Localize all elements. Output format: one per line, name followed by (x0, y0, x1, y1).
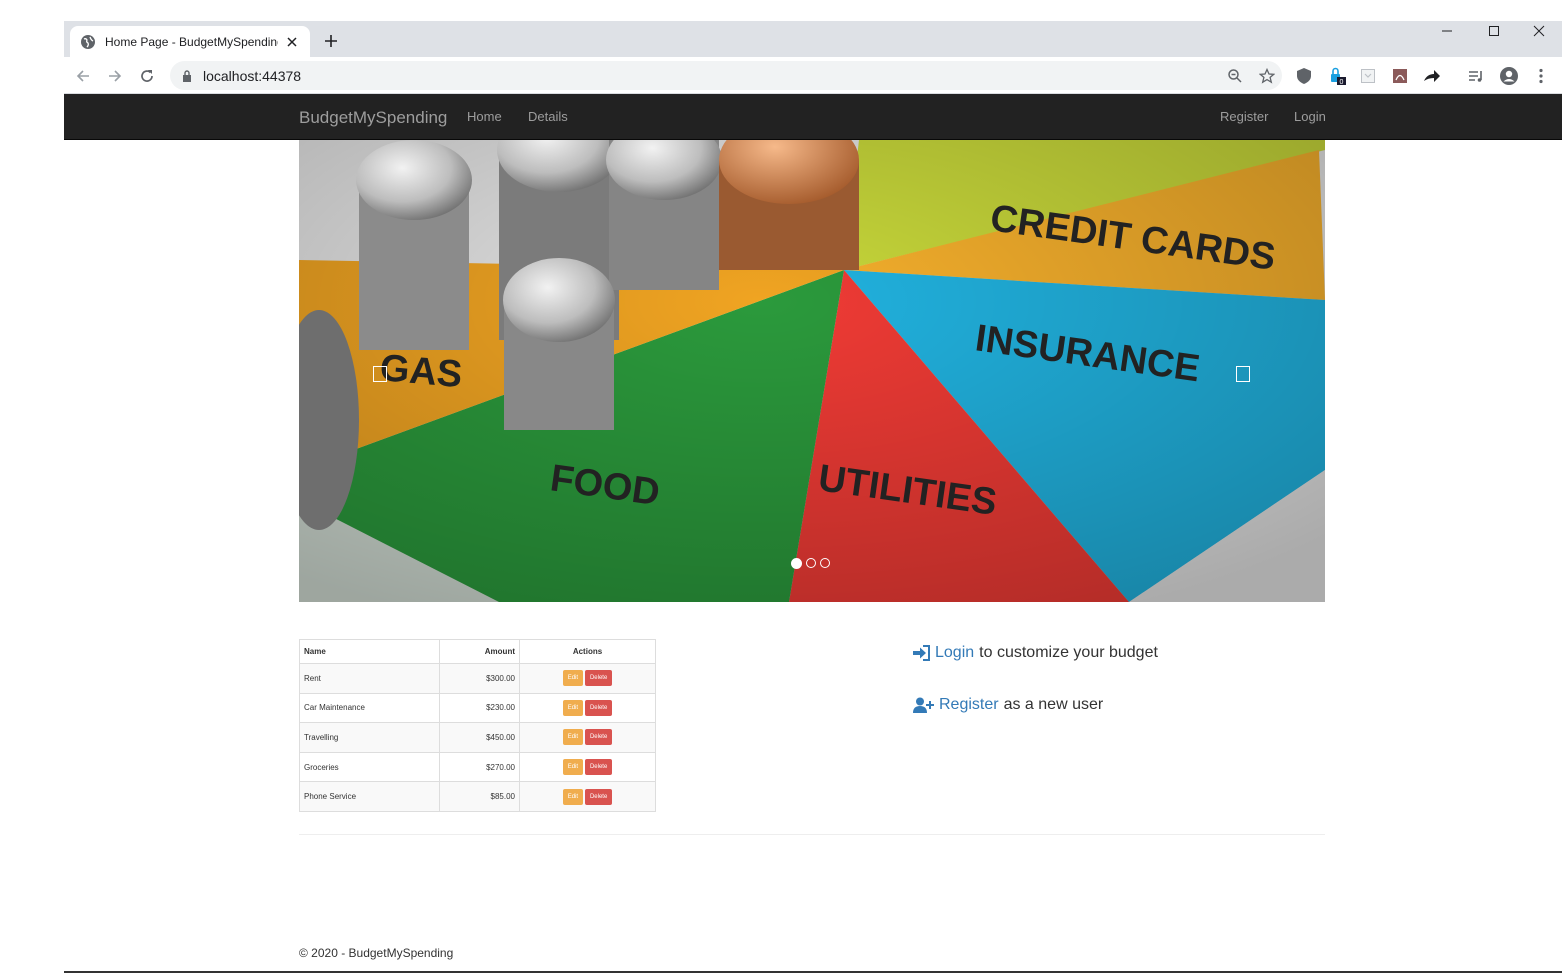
address-bar[interactable]: localhost:44378 (170, 61, 1282, 90)
row-name: Rent (299, 663, 440, 694)
edit-button[interactable]: Edit (562, 788, 583, 805)
header-amount: Amount (439, 639, 520, 664)
site-navbar: BudgetMySpending Home Details Register L… (64, 94, 1562, 140)
svg-text:0: 0 (1340, 79, 1344, 85)
footer-text: © 2020 - BudgetMySpending (299, 946, 454, 960)
close-tab-icon[interactable] (284, 34, 300, 50)
register-link[interactable]: Register (939, 696, 999, 714)
login-prompt: Login to customize your budget (913, 644, 1158, 662)
pdf-extension-icon[interactable] (1389, 65, 1411, 87)
bookmark-star-icon[interactable] (1256, 65, 1278, 87)
svg-text:GAS: GAS (378, 347, 464, 396)
profile-avatar-icon[interactable] (1498, 65, 1520, 87)
carousel-indicator-2[interactable] (806, 558, 816, 568)
browser-window: Home Page - BudgetMySpending localhost:4… (64, 21, 1562, 94)
edit-button[interactable]: Edit (562, 670, 583, 687)
tab-strip: Home Page - BudgetMySpending (64, 21, 1562, 57)
extension-box-icon[interactable] (1357, 65, 1379, 87)
extension-shield-icon[interactable] (1293, 65, 1315, 87)
carousel-indicator-3[interactable] (820, 558, 830, 568)
playlist-icon[interactable] (1465, 65, 1487, 87)
header-actions: Actions (519, 639, 656, 664)
reload-icon[interactable] (136, 65, 158, 87)
browser-toolbar: localhost:44378 0 (64, 57, 1562, 94)
hero-carousel: CREDIT CARDS INSURANCE GAS FOOD UTILITIE… (299, 140, 1325, 602)
sign-in-icon (913, 645, 931, 661)
login-prompt-text: to customize your budget (979, 644, 1158, 661)
back-icon[interactable] (72, 65, 94, 87)
user-plus-icon (913, 697, 935, 713)
zoom-icon[interactable] (1224, 65, 1246, 87)
budget-pie-image: CREDIT CARDS INSURANCE GAS FOOD UTILITIE… (299, 140, 1325, 602)
nav-details-link[interactable]: Details (528, 109, 568, 124)
budget-table-container: Name Amount Actions Rent $300.00 Edit De… (299, 639, 656, 812)
delete-button[interactable]: Delete (585, 759, 613, 776)
row-amount: $270.00 (439, 751, 520, 783)
delete-button[interactable]: Delete (585, 699, 613, 716)
lock-icon (182, 69, 192, 87)
row-amount: $230.00 (439, 692, 520, 724)
share-arrow-icon[interactable] (1421, 65, 1443, 87)
edit-button[interactable]: Edit (562, 699, 583, 716)
carousel-indicators (791, 558, 830, 569)
table-row: Phone Service $85.00 Edit Delete (299, 781, 656, 812)
table-header-row: Name Amount Actions (299, 639, 656, 664)
register-prompt-text: as a new user (1003, 696, 1104, 713)
nav-login-link[interactable]: Login (1294, 109, 1326, 124)
carousel-next-control[interactable] (1236, 366, 1250, 382)
row-amount: $450.00 (439, 722, 520, 753)
register-prompt: Register as a new user (913, 696, 1103, 714)
edit-button[interactable]: Edit (562, 729, 583, 746)
globe-icon (80, 34, 96, 50)
header-name: Name (299, 639, 440, 664)
delete-button[interactable]: Delete (585, 729, 613, 746)
table-row: Travelling $450.00 Edit Delete (299, 722, 656, 753)
table-row: Car Maintenance $230.00 Edit Delete (299, 692, 656, 724)
row-amount: $85.00 (439, 781, 520, 812)
delete-button[interactable]: Delete (585, 670, 613, 687)
divider (299, 834, 1325, 835)
row-name: Travelling (299, 722, 440, 753)
menu-kebab-icon[interactable] (1530, 65, 1552, 87)
table-row: Rent $300.00 Edit Delete (299, 663, 656, 694)
table-row: Groceries $270.00 Edit Delete (299, 751, 656, 783)
window-bottom-edge (64, 971, 1562, 973)
delete-button[interactable]: Delete (585, 788, 613, 805)
brand-link[interactable]: BudgetMySpending (299, 108, 447, 128)
minimize-icon[interactable] (1424, 21, 1470, 41)
carousel-prev-control[interactable] (373, 366, 387, 382)
nav-home-link[interactable]: Home (467, 109, 502, 124)
new-tab-icon[interactable] (319, 29, 343, 53)
row-amount: $300.00 (439, 663, 520, 694)
edit-button[interactable]: Edit (562, 759, 583, 776)
row-name: Car Maintenance (299, 692, 440, 724)
row-name: Groceries (299, 751, 440, 783)
extension-lock-icon[interactable]: 0 (1326, 65, 1348, 87)
window-close-icon[interactable] (1516, 21, 1562, 41)
tab-title: Home Page - BudgetMySpending (105, 34, 279, 49)
nav-register-link[interactable]: Register (1220, 109, 1268, 124)
maximize-icon[interactable] (1471, 21, 1517, 41)
login-link[interactable]: Login (935, 644, 974, 662)
budget-table: Name Amount Actions Rent $300.00 Edit De… (299, 639, 656, 812)
url-text: localhost:44378 (203, 68, 302, 84)
carousel-indicator-1[interactable] (791, 558, 802, 569)
browser-tab[interactable]: Home Page - BudgetMySpending (70, 26, 310, 57)
forward-icon[interactable] (104, 65, 126, 87)
row-name: Phone Service (299, 781, 440, 812)
